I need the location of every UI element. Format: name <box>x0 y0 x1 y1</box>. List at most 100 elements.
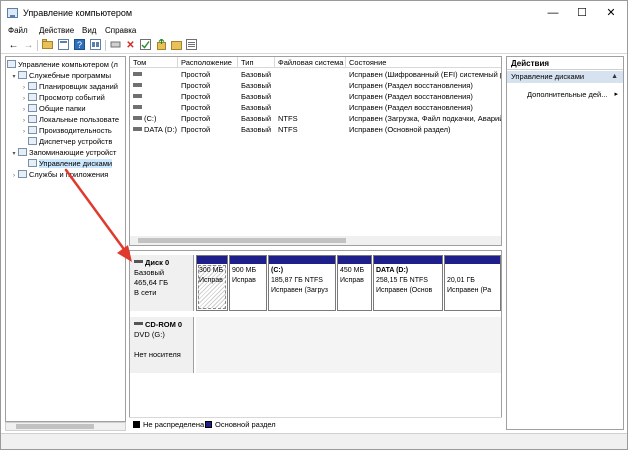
collapse-up-icon[interactable]: ▲ <box>611 71 618 83</box>
partition-bar <box>445 256 500 264</box>
filesystem-cell: NTFS <box>278 125 298 134</box>
tree-item-disk-management[interactable]: Управление дисками <box>20 158 113 169</box>
tree-item-task-scheduler[interactable]: › Планировщик заданий <box>20 81 118 92</box>
more-actions-item[interactable]: Дополнительные дей... ▸ <box>527 89 623 100</box>
computer-management-icon <box>7 8 18 18</box>
disk-0-label[interactable]: Диск 0 Базовый 465,64 ГБ В сети <box>130 255 194 311</box>
volume-icon <box>133 94 142 98</box>
status-cell: Исправен (Раздел восстановления) <box>349 81 473 90</box>
scrollbar-thumb[interactable] <box>16 424 94 429</box>
partition-efi[interactable]: 300 МБ Исправ <box>196 255 228 311</box>
collapse-arrow-icon[interactable]: ▾ <box>10 149 18 160</box>
primary-partition-swatch <box>205 421 212 428</box>
tree-item-storage[interactable]: ▾ Запоминающие устройст <box>10 147 116 158</box>
toolbar: ← → ? ✕ <box>1 38 627 54</box>
tree-item-services-apps[interactable]: › Службы и приложения <box>10 169 108 180</box>
volume-name: DATA (D:) <box>144 125 178 134</box>
tree-item-system-tools[interactable]: ▾ Служебные программы <box>10 70 111 81</box>
column-header-layout[interactable]: Расположение <box>178 57 238 68</box>
partition-recovery-1[interactable]: 900 МБ Исправ <box>229 255 267 311</box>
layout-cell: Простой <box>181 70 211 79</box>
actions-section-disk-management[interactable]: Управление дисками ▲ <box>507 71 623 83</box>
column-header-status[interactable]: Состояние <box>346 57 501 68</box>
partition-size: 185,87 ГБ NTFS <box>271 277 323 284</box>
volume-icon <box>133 116 142 120</box>
scrollbar-thumb[interactable] <box>138 238 346 243</box>
partition-d[interactable]: DATA (D:) 258,15 ГБ NTFS Исправен (Основ <box>373 255 443 311</box>
layout-cell: Простой <box>181 114 211 123</box>
users-icon <box>28 115 37 123</box>
volume-cell <box>130 80 178 91</box>
column-header-filesystem[interactable]: Файловая система <box>275 57 346 68</box>
partition-name-spacer <box>447 266 499 276</box>
filesystem-cell <box>275 69 346 80</box>
view-icon[interactable] <box>89 39 102 52</box>
collapse-arrow-icon[interactable]: ▾ <box>10 72 18 83</box>
status-cell: Исправен (Раздел восстановления) <box>349 92 473 101</box>
computer-icon <box>7 60 16 68</box>
tree-item-performance[interactable]: › Производительность <box>20 125 112 136</box>
computer-management-window: Управление компьютером — ☐ ✕ Файл Действ… <box>0 0 628 450</box>
column-header-volume[interactable]: Том <box>130 57 178 68</box>
menu-view[interactable]: Вид <box>82 26 96 35</box>
legend-primary: Основной раздел <box>215 420 276 429</box>
menu-help[interactable]: Справка <box>105 26 136 35</box>
list-horizontal-scrollbar[interactable] <box>130 236 501 245</box>
menu-action[interactable]: Действие <box>39 26 74 35</box>
layout-cell: Простой <box>181 103 211 112</box>
export-icon[interactable] <box>155 38 168 52</box>
status-cell: Исправен (Раздел восстановления) <box>349 103 473 112</box>
forward-icon[interactable]: → <box>22 39 35 52</box>
partition-bar <box>338 256 371 264</box>
list-icon[interactable] <box>185 39 198 52</box>
folder-icon[interactable] <box>41 39 54 52</box>
volume-name: (C:) <box>144 114 157 123</box>
partition-name: DATA (D:) <box>376 267 409 274</box>
volume-list: Том Расположение Тип Файловая система Со… <box>129 56 502 246</box>
partition-c[interactable]: (C:) 185,87 ГБ NTFS Исправен (Загруз <box>268 255 336 311</box>
shared-folder-icon <box>28 104 37 112</box>
volume-cell <box>130 91 178 102</box>
cdrom-state: Нет носителя <box>134 350 181 359</box>
delete-icon[interactable]: ✕ <box>124 39 137 52</box>
disk-management-icon <box>28 159 37 167</box>
type-cell: Базовый <box>241 103 272 112</box>
connect-icon[interactable] <box>109 39 122 52</box>
layout-cell: Простой <box>181 81 211 90</box>
tree-horizontal-scrollbar[interactable] <box>5 422 126 431</box>
legend-unallocated: Не распределена <box>143 420 205 429</box>
help-icon[interactable]: ? <box>73 39 86 52</box>
column-header-type[interactable]: Тип <box>238 57 275 68</box>
partition-recovery-3[interactable]: 20,01 ГБ Исправен (Ра <box>444 255 501 311</box>
tree-item-event-viewer[interactable]: › Просмотр событий <box>20 92 105 103</box>
status-bar <box>1 433 627 449</box>
unallocated-swatch <box>133 421 140 428</box>
close-button[interactable]: ✕ <box>597 1 625 25</box>
tree-item-device-manager[interactable]: Диспетчер устройств <box>20 136 112 147</box>
volume-cell <box>130 102 178 113</box>
properties-icon[interactable] <box>57 39 70 52</box>
disk-icon <box>134 260 143 263</box>
partition-status: Исправен (Основ <box>376 287 433 294</box>
partition-size: 300 МБ <box>199 267 224 274</box>
tree-item-local-users[interactable]: › Локальные пользовате <box>20 114 119 125</box>
cdrom-name: CD-ROM 0 <box>145 320 183 329</box>
cdrom-0-label[interactable]: CD-ROM 0 DVD (G:) Нет носителя <box>130 317 194 373</box>
minimize-button[interactable]: — <box>539 1 567 25</box>
cdrom-icon <box>134 322 143 325</box>
layout-cell: Простой <box>181 125 211 134</box>
more-actions-label: Дополнительные дей... <box>527 90 608 99</box>
volume-icon <box>133 72 142 76</box>
actions-pane: Действия Управление дисками ▲ Дополнител… <box>506 56 624 430</box>
tree-item-shared-folders[interactable]: › Общие папки <box>20 103 86 114</box>
back-icon[interactable]: ← <box>7 39 20 52</box>
maximize-button[interactable]: ☐ <box>568 1 596 25</box>
menu-file[interactable]: Файл <box>8 26 28 35</box>
partition-recovery-2[interactable]: 450 МБ Исправ <box>337 255 372 311</box>
check-icon[interactable] <box>139 39 152 52</box>
expand-arrow-icon[interactable]: › <box>10 171 18 182</box>
window-title: Управление компьютером <box>23 8 133 18</box>
type-cell: Базовый <box>241 125 272 134</box>
open-icon[interactable] <box>170 39 183 52</box>
tree-item-computer-management[interactable]: Управление компьютером (л <box>7 59 118 70</box>
